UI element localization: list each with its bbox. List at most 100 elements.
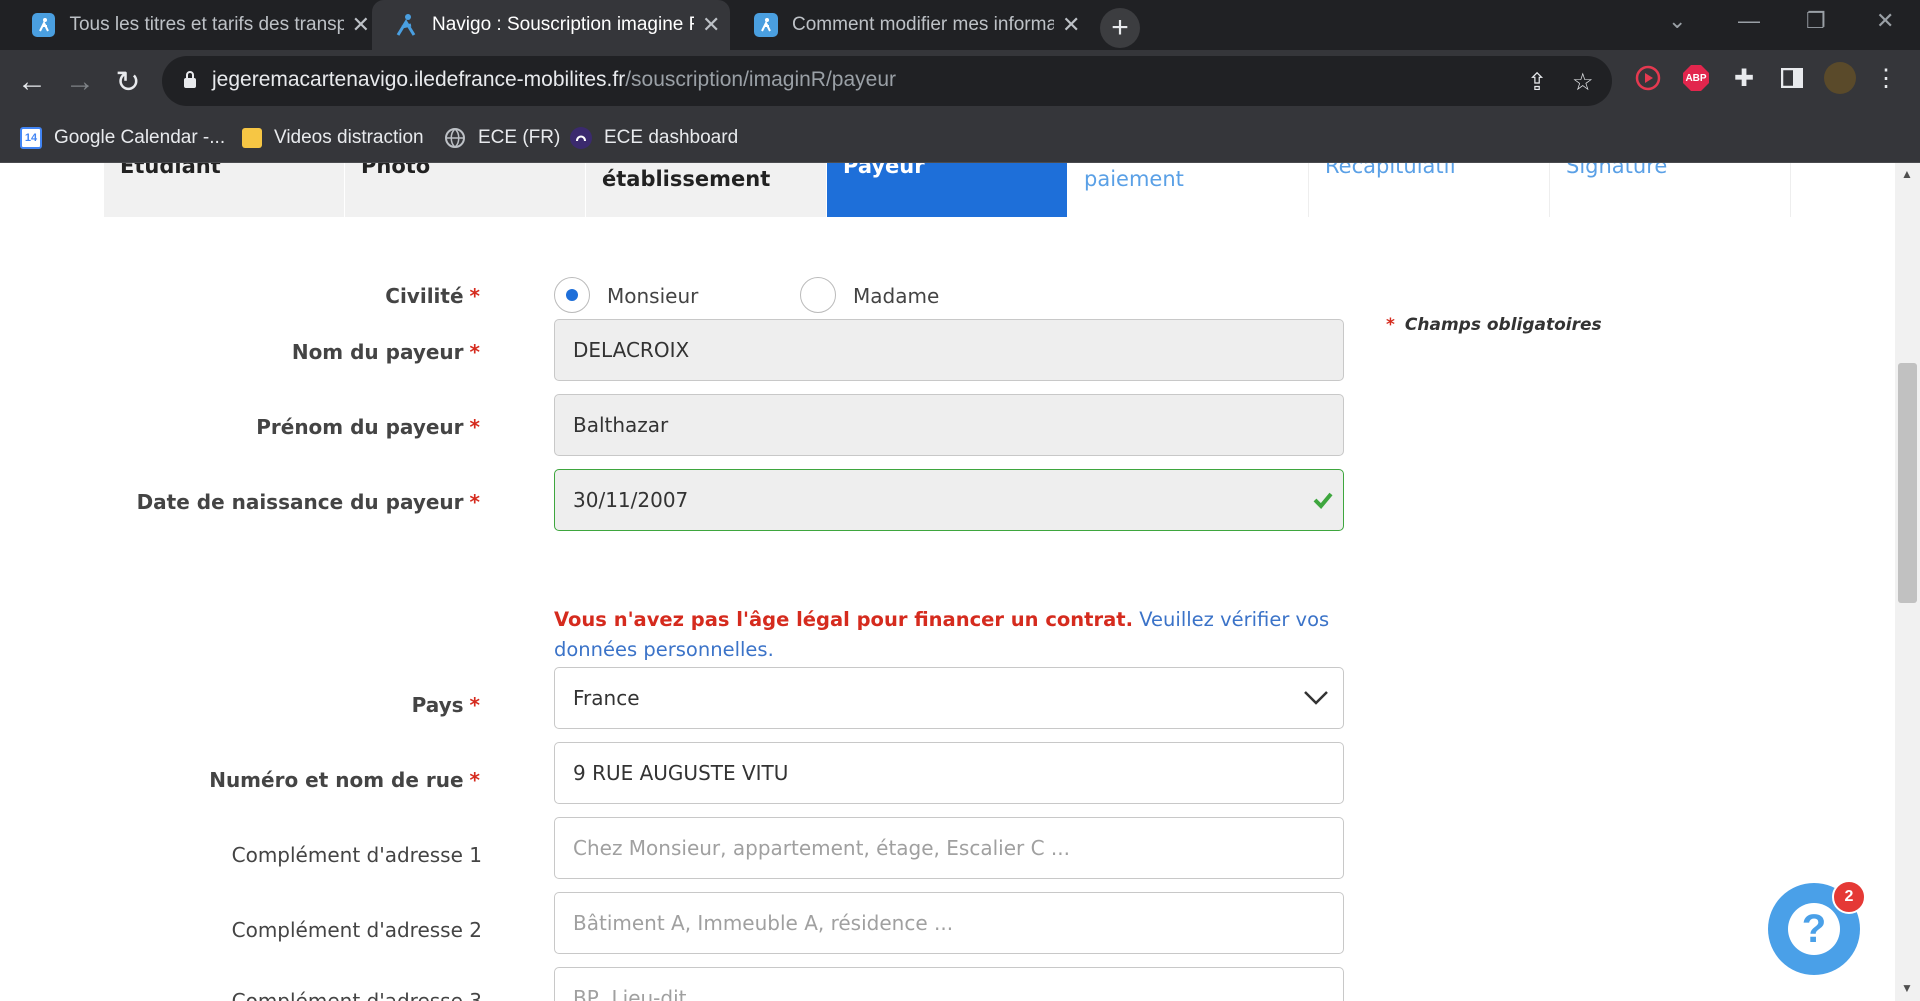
bookmark-label: ECE (FR) (478, 127, 561, 148)
tab-title: Tous les titres et tarifs des transp (69, 14, 344, 35)
required-asterisk: * (469, 284, 480, 308)
prenom-label: Prénom du payeur * (256, 415, 480, 439)
progress-steps: Etudiant Photo établissement Payeur paie… (104, 163, 1791, 217)
page-scrollbar[interactable]: ▲ ▼ (1895, 163, 1920, 1001)
url-text: jegeremacartenavigo.iledefrance-mobilite… (212, 68, 896, 92)
step-recapitulatif: Récapitulatif (1309, 163, 1550, 217)
globe-icon (444, 127, 466, 149)
bookmark-videos-distraction[interactable]: Videos distraction (242, 123, 424, 153)
required-asterisk: * (469, 490, 480, 514)
label-text: Prénom du payeur (256, 415, 464, 439)
browser-toolbar: ← → ↻ jegeremacartenavigo.iledefrance-mo… (0, 50, 1920, 114)
prenom-field[interactable]: Balthazar (554, 394, 1344, 456)
restore-icon[interactable]: ❐ (1806, 8, 1826, 34)
radio-monsieur[interactable] (554, 277, 590, 313)
step-signature: Signature (1550, 163, 1791, 217)
calendar-icon: 14 (20, 127, 42, 149)
page-content: Etudiant Photo établissement Payeur paie… (0, 163, 1895, 1001)
chevron-down-icon (1304, 691, 1328, 705)
required-asterisk: * (469, 693, 480, 717)
required-note-text: Champs obligatoires (1404, 315, 1602, 335)
idf-mobilites-icon (32, 13, 56, 37)
madame-label[interactable]: Madame (853, 284, 939, 308)
age-error-message: Vous n'avez pas l'âge légal pour finance… (554, 605, 1344, 665)
comp2-label: Complément d'adresse 2 (231, 918, 482, 942)
extensions-puzzle-icon[interactable]: ✚ (1730, 64, 1758, 92)
url-host: jegeremacartenavigo.iledefrance-mobilite… (212, 68, 626, 91)
rue-field[interactable]: 9 RUE AUGUSTE VITU (554, 742, 1344, 804)
step-photo[interactable]: Photo (345, 163, 585, 217)
naissance-value: 30/11/2007 (573, 488, 689, 512)
navigo-icon (394, 13, 418, 37)
step-etablissement[interactable]: établissement (586, 163, 826, 217)
video-extension-icon[interactable] (1634, 64, 1662, 92)
tab-comment-modifier[interactable]: Comment modifier mes informat ✕ (732, 0, 1090, 50)
pays-select[interactable]: France (554, 667, 1344, 729)
share-icon[interactable]: ⇪ (1527, 68, 1547, 97)
tab-strip: Tous les titres et tarifs des transp ✕ N… (0, 0, 1920, 50)
nom-label: Nom du payeur * (292, 340, 480, 364)
bookmark-label: Videos distraction (274, 127, 424, 148)
comp1-label: Complément d'adresse 1 (231, 843, 482, 867)
naissance-field[interactable]: 30/11/2007 (554, 469, 1344, 531)
close-icon[interactable]: ✕ (702, 12, 720, 38)
civilite-label: Civilité * (385, 284, 480, 308)
step-label: établissement (602, 167, 771, 191)
step-etudiant[interactable]: Etudiant (104, 163, 344, 217)
reload-icon[interactable]: ↻ (108, 62, 148, 102)
bookmark-google-calendar[interactable]: 14 Google Calendar -... (20, 123, 225, 153)
step-label: Etudiant (120, 163, 221, 178)
required-fields-note: * Champs obligatoires (1386, 315, 1602, 335)
bookmark-ece-fr[interactable]: ECE (FR) (444, 123, 560, 153)
folder-icon (242, 128, 262, 148)
step-paiement: paiement (1068, 163, 1309, 217)
scrollbar-thumb[interactable] (1898, 363, 1917, 603)
tab-search-icon[interactable]: ⌄ (1668, 8, 1686, 34)
new-tab-button[interactable]: + (1100, 8, 1140, 48)
required-asterisk: * (469, 768, 480, 792)
forward-icon[interactable]: → (60, 62, 100, 102)
bookmark-label: Google Calendar -... (54, 127, 226, 148)
pays-value: France (573, 686, 640, 710)
minimize-icon[interactable]: — (1738, 8, 1760, 34)
address-bar[interactable]: jegeremacartenavigo.iledefrance-mobilite… (162, 56, 1612, 106)
comp2-field[interactable]: Bâtiment A, Immeuble A, résidence ... (554, 892, 1344, 954)
close-icon[interactable]: ✕ (1062, 12, 1080, 38)
monsieur-label[interactable]: Monsieur (607, 284, 698, 308)
bookmark-label: ECE dashboard (604, 127, 739, 148)
bookmark-star-icon[interactable]: ☆ (1572, 68, 1594, 97)
label-text: Nom du payeur (291, 340, 464, 364)
label-text: Numéro et nom de rue (209, 768, 464, 792)
scroll-up-arrow-icon[interactable]: ▲ (1901, 167, 1913, 181)
back-icon[interactable]: ← (12, 62, 52, 102)
step-label: Signature (1566, 163, 1668, 178)
adblock-plus-icon[interactable]: ABP (1682, 64, 1710, 92)
close-window-icon[interactable]: ✕ (1876, 8, 1894, 34)
scroll-down-arrow-icon[interactable]: ▼ (1901, 981, 1913, 995)
profile-avatar[interactable] (1824, 62, 1856, 94)
step-label: paiement (1084, 167, 1184, 191)
label-text: Date de naissance du payeur (136, 490, 464, 514)
step-payeur[interactable]: Payeur (827, 163, 1067, 217)
nom-field[interactable]: DELACROIX (554, 319, 1344, 381)
question-mark-icon: ? (1788, 903, 1840, 955)
required-asterisk: * (469, 340, 480, 364)
close-icon[interactable]: ✕ (352, 12, 370, 38)
idf-mobilites-icon (754, 13, 778, 37)
lock-icon (184, 71, 196, 88)
tab-titres-tarifs[interactable]: Tous les titres et tarifs des transp ✕ (10, 0, 370, 50)
comp1-field[interactable]: Chez Monsieur, appartement, étage, Escal… (554, 817, 1344, 879)
bookmarks-bar: 14 Google Calendar -... Videos distracti… (0, 114, 1920, 163)
comp3-field[interactable]: BP, Lieu-dit (554, 967, 1344, 1001)
bookmark-ece-dashboard[interactable]: ECE dashboard (570, 123, 738, 153)
side-panel-icon[interactable] (1778, 64, 1806, 92)
required-asterisk: * (1386, 315, 1395, 335)
tab-title: Comment modifier mes informat (792, 14, 1054, 35)
menu-kebab-icon[interactable]: ⋮ (1872, 64, 1900, 92)
tab-navigo-souscription[interactable]: Navigo : Souscription imagine R I ✕ (372, 0, 730, 50)
abp-label: ABP (1685, 72, 1707, 84)
label-text: Pays (411, 693, 464, 717)
radio-madame[interactable] (800, 277, 836, 313)
step-label: Payeur (843, 163, 925, 178)
pays-label: Pays * (412, 693, 480, 717)
